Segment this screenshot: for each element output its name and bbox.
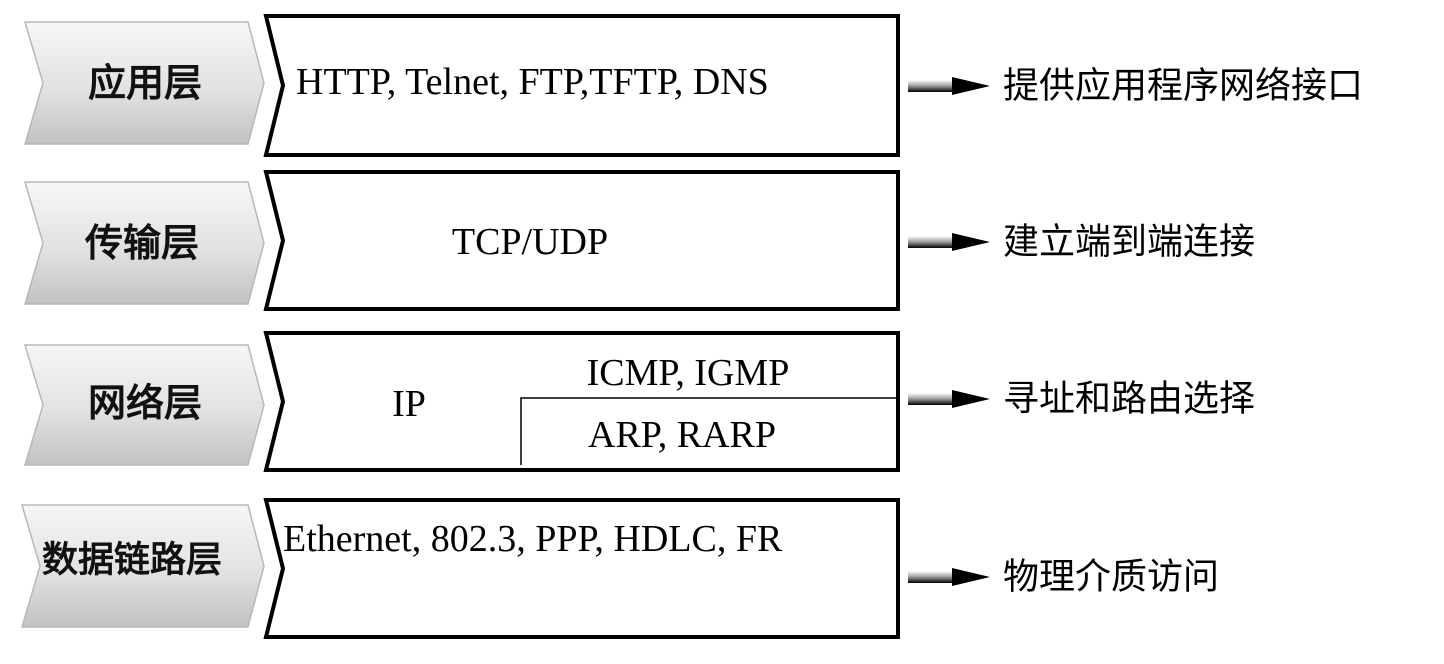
- layer-datalink: 数据链路层 Ethernet, 802.3, PPP, HDLC, FR 物理介…: [20, 498, 1219, 639]
- description-network: 寻址和路由选择: [1003, 379, 1255, 420]
- arrow-icon: [908, 568, 990, 586]
- layer-label-network: 网络层: [88, 381, 202, 425]
- layer-application: 应用层 HTTP, Telnet, FTP,TFTP, DNS 提供应用程序网络…: [23, 14, 1363, 157]
- arrow-icon: [908, 390, 990, 408]
- layer-label-datalink: 数据链路层: [42, 540, 222, 581]
- layer-label-application: 应用层: [88, 61, 202, 105]
- protocols-transport: TCP/UDP: [452, 221, 608, 263]
- tcpip-layer-diagram: 应用层 HTTP, Telnet, FTP,TFTP, DNS 提供应用程序网络…: [20, 14, 1363, 639]
- description-datalink: 物理介质访问: [1003, 557, 1219, 598]
- layer-transport: 传输层 TCP/UDP 建立端到端连接: [23, 170, 1255, 311]
- protocols-arp-rarp: ARP, RARP: [588, 414, 776, 456]
- description-transport: 建立端到端连接: [1003, 222, 1255, 263]
- arrow-icon: [908, 77, 990, 95]
- protocols-application: HTTP, Telnet, FTP,TFTP, DNS: [296, 61, 769, 103]
- arrow-icon: [908, 233, 990, 251]
- layer-network: 网络层 IP ICMP, IGMP ARP, RARP 寻址和路由选择: [23, 331, 1255, 472]
- protocols-datalink: Ethernet, 802.3, PPP, HDLC, FR: [283, 518, 783, 560]
- protocol-ip: IP: [392, 383, 426, 425]
- protocol-box-network: [263, 331, 900, 472]
- description-application: 提供应用程序网络接口: [1003, 66, 1363, 107]
- layer-label-transport: 传输层: [84, 221, 199, 265]
- protocols-icmp-igmp: ICMP, IGMP: [587, 352, 790, 394]
